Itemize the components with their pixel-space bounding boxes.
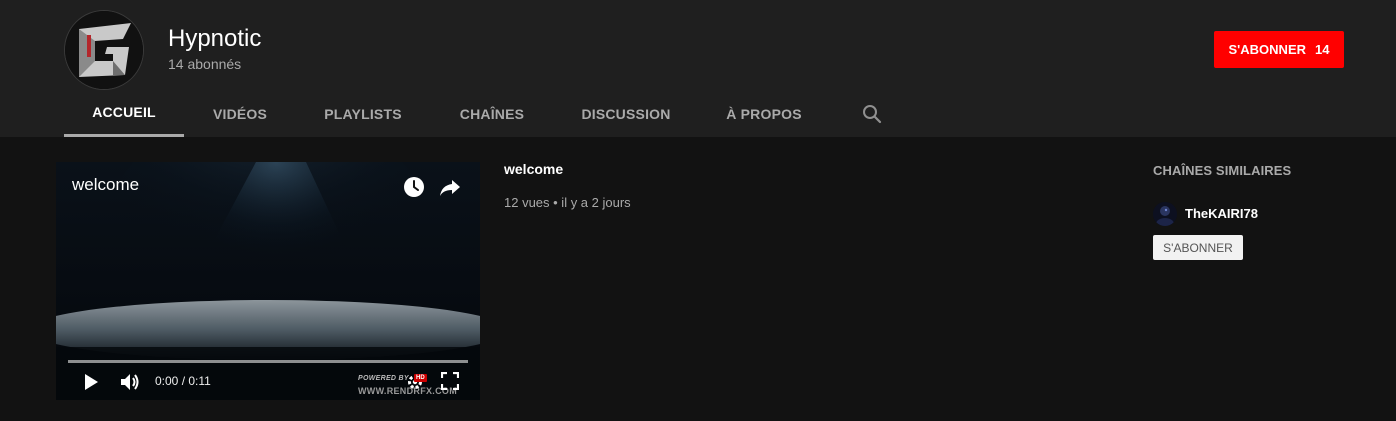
tab-a-propos[interactable]: À PROPOS: [698, 90, 830, 137]
fullscreen-icon[interactable]: [440, 371, 460, 395]
video-meta: 12 vues • il y a 2 jours: [504, 195, 631, 210]
tab-chaines[interactable]: CHAÎNES: [430, 90, 554, 137]
related-channel-name[interactable]: TheKAIRI78: [1185, 206, 1258, 221]
tab-videos[interactable]: VIDÉOS: [184, 90, 296, 137]
video-time: 0:00 / 0:11: [155, 374, 211, 388]
search-icon[interactable]: [860, 102, 884, 126]
related-channel-avatar[interactable]: [1153, 202, 1177, 226]
subscribe-button[interactable]: S'ABONNER 14: [1214, 31, 1344, 68]
subscriber-count: 14 abonnés: [168, 56, 242, 72]
video-overlay-title[interactable]: welcome: [72, 175, 139, 195]
tab-discussion[interactable]: DISCUSSION: [554, 90, 698, 137]
channel-header: Hypnotic 14 abonnés S'ABONNER 14 ACCUEIL…: [0, 0, 1396, 137]
hd-badge: HD: [414, 374, 427, 382]
watermark-powered-by: POWERED BY: [358, 375, 409, 382]
clock-icon[interactable]: [403, 176, 425, 203]
featured-video-player[interactable]: welcome 0:00 / 0:11 POWERED BY WWW.RENDR…: [56, 162, 480, 400]
volume-icon[interactable]: [119, 372, 141, 397]
subscribe-count: 14: [1315, 42, 1330, 57]
related-channels-heading: CHAÎNES SIMILAIRES: [1153, 163, 1292, 178]
channel-logo: [65, 11, 143, 89]
channel-avatar[interactable]: [64, 10, 144, 90]
tab-playlists[interactable]: PLAYLISTS: [296, 90, 430, 137]
tab-accueil[interactable]: ACCUEIL: [64, 90, 184, 137]
related-subscribe-button[interactable]: S'ABONNER: [1153, 235, 1243, 260]
channel-name: Hypnotic: [168, 25, 262, 52]
subscribe-label: S'ABONNER: [1228, 42, 1307, 57]
video-progress-bar[interactable]: [68, 360, 468, 363]
share-icon[interactable]: [439, 176, 461, 203]
play-icon[interactable]: [82, 372, 100, 397]
video-title-link[interactable]: welcome: [504, 161, 563, 177]
